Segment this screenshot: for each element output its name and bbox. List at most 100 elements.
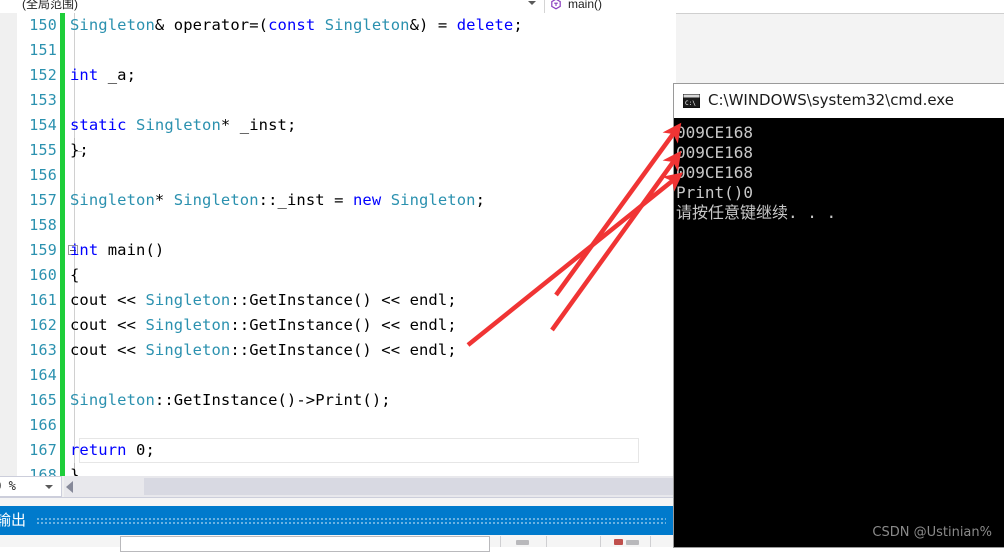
change-bar	[60, 413, 65, 438]
change-bar	[60, 438, 65, 463]
code-line[interactable]: 166	[0, 413, 676, 438]
zoom-level-label: 00 %	[0, 479, 16, 493]
chevron-down-icon[interactable]	[528, 1, 536, 5]
line-number: 159	[29, 241, 57, 259]
code-text: return 0;	[70, 441, 155, 459]
cmd-icon: C:\	[683, 94, 700, 108]
console-line: 009CE168	[676, 123, 754, 142]
change-bar	[60, 463, 65, 476]
code-line[interactable]: 154 static Singleton* _inst;	[0, 113, 676, 138]
code-text: };	[70, 141, 89, 159]
scope-dropdown-label: (全局范围)	[22, 0, 78, 11]
line-number: 154	[29, 116, 57, 134]
change-bar	[60, 388, 65, 413]
output-settings-icon[interactable]	[626, 540, 639, 545]
change-bar	[60, 313, 65, 338]
line-number: 161	[29, 291, 57, 309]
code-line[interactable]: 157 Singleton* Singleton::_inst = new Sin…	[0, 188, 676, 213]
code-text: static Singleton* _inst;	[70, 116, 297, 134]
change-bar	[60, 38, 65, 63]
change-bar	[60, 113, 65, 138]
line-number: 157	[29, 191, 57, 209]
zoom-level-dropdown[interactable]: 00 %	[0, 476, 62, 497]
clear-all-icon[interactable]	[516, 540, 529, 545]
indent-guide	[74, 163, 75, 188]
code-line[interactable]: 150 Singleton& operator=(const Singleton&…	[0, 13, 676, 38]
code-line[interactable]: 160 {	[0, 263, 676, 288]
horizontal-scrollbar-thumb[interactable]	[144, 478, 740, 495]
indent-guide	[74, 88, 75, 113]
code-text: cout << Singleton::GetInstance() << endl…	[70, 316, 457, 334]
code-line[interactable]: 162 cout << Singleton::GetInstance() << …	[0, 313, 676, 338]
code-line[interactable]: 158	[0, 213, 676, 238]
navbar-divider	[544, 0, 545, 13]
navigation-bar: (全局范围) main()	[0, 0, 1004, 14]
change-bar	[60, 13, 65, 38]
code-line[interactable]: 167 return 0;	[0, 438, 676, 463]
line-number: 158	[29, 216, 57, 234]
toolbar-divider	[650, 536, 651, 547]
change-bar	[60, 338, 65, 363]
code-editor[interactable]: 150 Singleton& operator=(const Singleton&…	[0, 13, 676, 476]
line-number: 165	[29, 391, 57, 409]
editor-bottom-bar: 00 %	[0, 476, 740, 498]
line-number: 162	[29, 316, 57, 334]
code-line[interactable]: 164	[0, 363, 676, 388]
console-title-text: C:\WINDOWS\system32\cmd.exe	[708, 91, 954, 109]
line-number: 164	[29, 366, 57, 384]
code-line[interactable]: 156	[0, 163, 676, 188]
change-bar	[60, 188, 65, 213]
code-line[interactable]: 165 Singleton::GetInstance()->Print();	[0, 388, 676, 413]
indent-guide	[74, 413, 75, 438]
chevron-down-icon[interactable]	[45, 485, 53, 489]
line-number: 156	[29, 166, 57, 184]
code-text: Singleton& operator=(const Singleton&) =…	[70, 16, 523, 34]
change-bar	[60, 363, 65, 388]
line-number: 163	[29, 341, 57, 359]
code-line[interactable]: 153	[0, 88, 676, 113]
member-dropdown-label: main()	[568, 0, 603, 11]
output-window-title: 输出	[0, 511, 27, 529]
svg-text:C:\: C:\	[685, 100, 696, 107]
code-text: }	[70, 466, 80, 476]
code-line[interactable]: 163 cout << Singleton::GetInstance() << …	[0, 338, 676, 363]
indent-guide	[74, 213, 75, 238]
line-number: 160	[29, 266, 57, 284]
change-bar	[60, 63, 65, 88]
line-number: 166	[29, 416, 57, 434]
change-bar	[60, 213, 65, 238]
code-line[interactable]: 168}	[0, 463, 676, 476]
window-drag-grip[interactable]	[36, 517, 666, 524]
change-bar	[60, 138, 65, 163]
code-line[interactable]: 159 int main()	[0, 238, 676, 263]
line-number: 168	[29, 466, 57, 476]
change-bar	[60, 88, 65, 113]
code-line[interactable]: 151	[0, 38, 676, 63]
member-dropdown[interactable]: main()	[548, 0, 1004, 13]
line-number: 155	[29, 141, 57, 159]
output-window-header[interactable]: 输出	[0, 506, 676, 535]
toolbar-divider	[600, 536, 601, 547]
code-line[interactable]: 155};	[0, 138, 676, 163]
output-window-toolbar	[0, 535, 676, 552]
current-line-highlight	[79, 438, 639, 463]
code-line[interactable]: 152 int _a;	[0, 63, 676, 88]
horizontal-scrollbar[interactable]	[64, 476, 740, 497]
scope-dropdown[interactable]: (全局范围)	[0, 0, 540, 13]
code-text: cout << Singleton::GetInstance() << endl…	[70, 291, 457, 309]
scroll-left-arrow-icon[interactable]	[66, 481, 73, 493]
toggle-word-wrap-icon[interactable]	[614, 539, 623, 545]
console-line: 009CE168	[676, 143, 754, 162]
line-number: 167	[29, 441, 57, 459]
code-text: Singleton::GetInstance()->Print();	[70, 391, 391, 409]
console-line: 009CE168	[676, 163, 754, 182]
code-text: {	[70, 266, 80, 284]
cmd-console-window[interactable]: C:\ C:\WINDOWS\system32\cmd.exe 009CE168…	[674, 84, 1004, 547]
code-line[interactable]: 161 cout << Singleton::GetInstance() << …	[0, 288, 676, 313]
line-number: 153	[29, 91, 57, 109]
output-source-dropdown[interactable]	[120, 536, 490, 552]
toolbar-divider	[546, 536, 547, 547]
code-text: int main()	[70, 241, 165, 259]
console-title-bar[interactable]: C:\ C:\WINDOWS\system32\cmd.exe	[674, 84, 1004, 119]
console-line: Print()0	[676, 183, 754, 202]
